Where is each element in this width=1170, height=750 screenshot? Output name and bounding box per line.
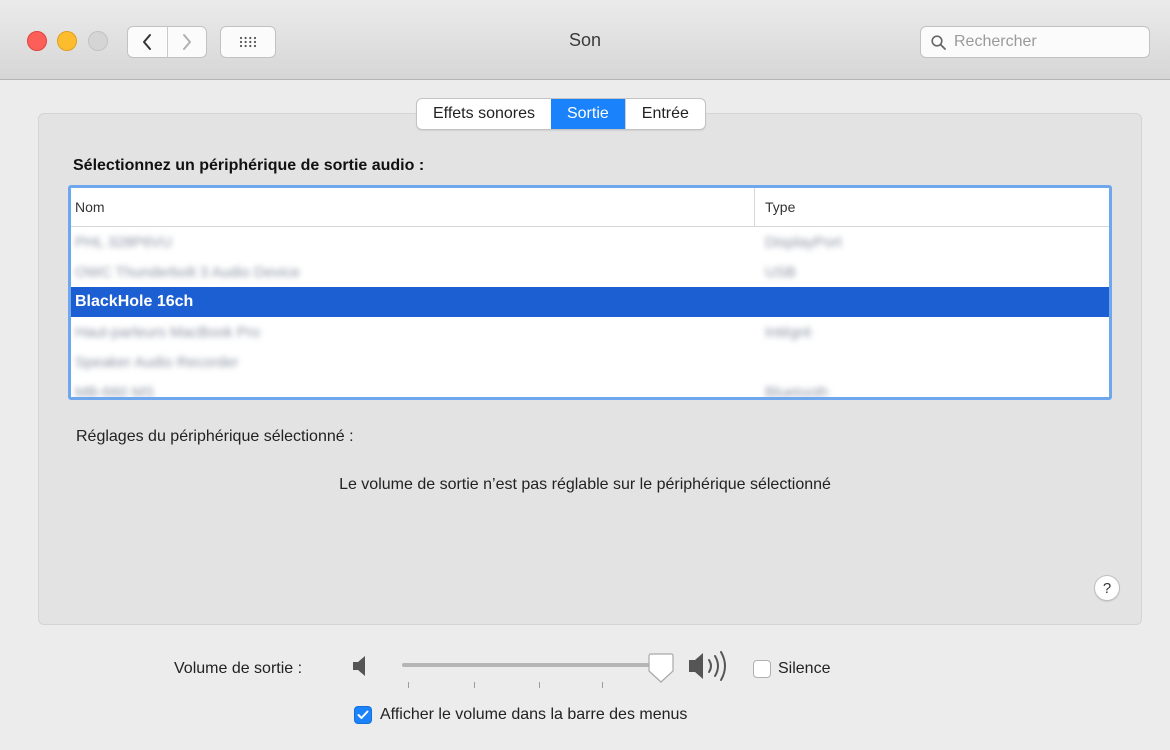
checkmark-icon bbox=[357, 710, 369, 719]
table-row[interactable]: Speaker Audio Recorder bbox=[71, 347, 1109, 377]
slider-tick bbox=[408, 682, 409, 688]
slider-tick bbox=[539, 682, 540, 688]
table-header: Nom Type bbox=[71, 188, 1109, 227]
slider-tick bbox=[602, 682, 603, 688]
table-row-selected[interactable]: BlackHole 16ch bbox=[71, 287, 1109, 317]
device-name: Speaker Audio Recorder bbox=[75, 353, 239, 371]
device-type: USB bbox=[765, 263, 796, 281]
output-volume-label: Volume de sortie : bbox=[174, 660, 303, 677]
search-icon bbox=[931, 34, 946, 50]
silence-checkbox[interactable] bbox=[753, 660, 771, 678]
device-name: PHL 328P6VU bbox=[75, 233, 173, 251]
table-row[interactable]: OWC Thunderbolt 3 Audio Device USB bbox=[71, 257, 1109, 287]
table-row[interactable]: MB-660 MS Bluetooth bbox=[71, 377, 1109, 400]
search-input[interactable] bbox=[952, 32, 1136, 52]
volume-unavailable-message: Le volume de sortie n’est pas réglable s… bbox=[339, 476, 831, 493]
slider-thumb[interactable] bbox=[648, 652, 674, 684]
device-type: Intégré bbox=[765, 323, 812, 341]
title-bar: Son bbox=[0, 0, 1170, 80]
slider-tick bbox=[474, 682, 475, 688]
device-settings-label: Réglages du périphérique sélectionné : bbox=[76, 428, 354, 445]
table-row[interactable]: PHL 328P6VU DisplayPort bbox=[71, 227, 1109, 257]
table-row[interactable]: Haut-parleurs MacBook Pro Intégré bbox=[71, 317, 1109, 347]
search-field[interactable] bbox=[920, 26, 1150, 58]
output-device-heading: Sélectionnez un périphérique de sortie a… bbox=[73, 157, 425, 174]
device-name: BlackHole 16ch bbox=[75, 293, 194, 310]
device-type: DisplayPort bbox=[765, 233, 842, 251]
speaker-high-icon bbox=[689, 651, 726, 681]
device-name: Haut-parleurs MacBook Pro bbox=[75, 323, 261, 341]
tab-bar: Effets sonores Sortie Entrée bbox=[416, 98, 706, 130]
help-button[interactable]: ? bbox=[1094, 575, 1120, 601]
show-volume-in-menu-bar-checkbox[interactable] bbox=[354, 706, 372, 724]
column-header-type[interactable]: Type bbox=[755, 199, 795, 215]
tab-output[interactable]: Sortie bbox=[550, 99, 625, 129]
tab-sound-effects[interactable]: Effets sonores bbox=[417, 99, 551, 129]
show-volume-in-menu-bar-label: Afficher le volume dans la barre des men… bbox=[380, 706, 688, 723]
column-header-name[interactable]: Nom bbox=[71, 188, 755, 226]
slider-track bbox=[402, 663, 660, 667]
device-name: MB-660 MS bbox=[75, 383, 155, 400]
speaker-low-icon bbox=[353, 656, 365, 676]
tab-input[interactable]: Entrée bbox=[624, 99, 705, 129]
device-type: Bluetooth bbox=[765, 383, 829, 400]
silence-label: Silence bbox=[778, 660, 831, 677]
output-volume-slider[interactable] bbox=[402, 650, 674, 690]
device-name: OWC Thunderbolt 3 Audio Device bbox=[75, 263, 300, 281]
output-device-table[interactable]: Nom Type PHL 328P6VU DisplayPort OWC Thu… bbox=[68, 185, 1112, 400]
